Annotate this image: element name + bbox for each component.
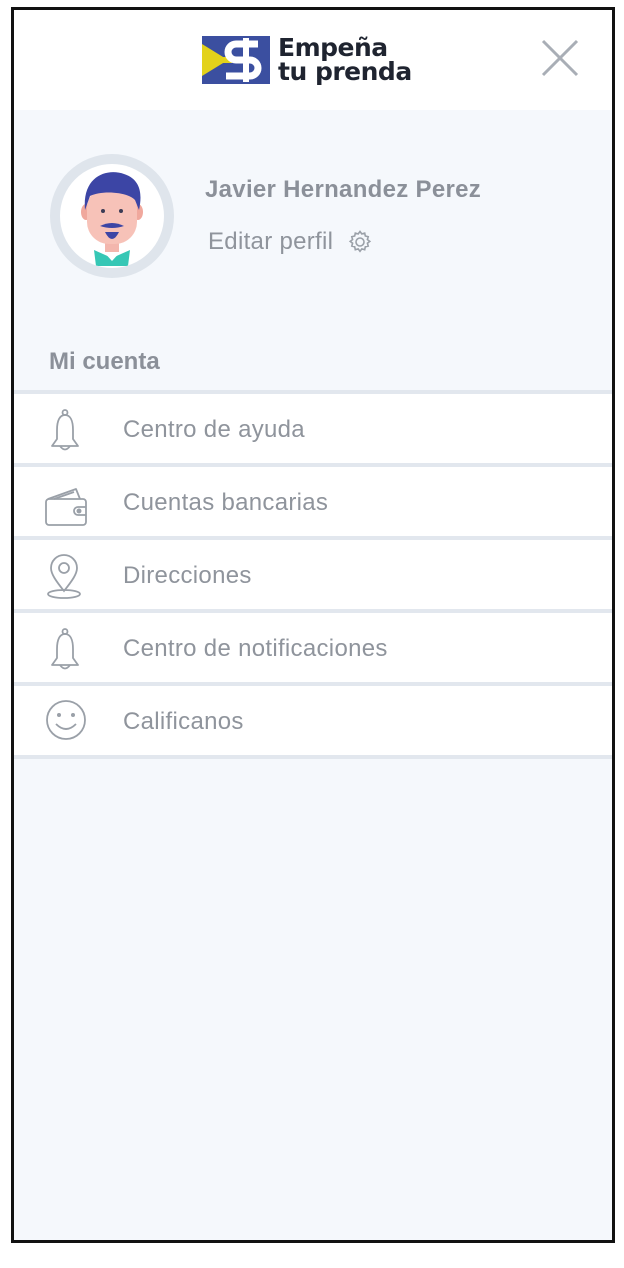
user-avatar-icon xyxy=(81,172,143,266)
location-pin-icon xyxy=(47,554,81,599)
edit-profile-label: Editar perfil xyxy=(208,228,334,255)
menu-item-centro-de-notificaciones[interactable]: Centro de notificaciones xyxy=(14,609,612,682)
menu-item-label: Centro de ayuda xyxy=(123,416,305,443)
brand-logo: Empeña tu prenda xyxy=(202,34,412,86)
edit-profile-link[interactable]: Editar perfil xyxy=(208,228,373,256)
close-button[interactable] xyxy=(540,38,580,78)
menu-item-cuentas-bancarias[interactable]: Cuentas bancarias xyxy=(14,463,612,536)
avatar-image xyxy=(60,164,164,268)
menu-item-direcciones[interactable]: Direcciones xyxy=(14,536,612,609)
user-name: Javier Hernandez Perez xyxy=(205,176,482,203)
menu-item-label: Centro de notificaciones xyxy=(123,635,388,662)
smiley-icon xyxy=(46,700,86,740)
account-menu: Centro de ayuda Cuentas bancarias Direcc… xyxy=(14,390,612,759)
avatar[interactable] xyxy=(50,154,174,278)
menu-item-centro-de-ayuda[interactable]: Centro de ayuda xyxy=(14,390,612,463)
menu-item-label: Calificanos xyxy=(123,708,244,735)
menu-item-label: Direcciones xyxy=(123,562,252,589)
menu-item-label: Cuentas bancarias xyxy=(123,489,329,516)
wallet-icon xyxy=(45,488,87,526)
menu-item-calificanos[interactable]: Calificanos xyxy=(14,682,612,759)
section-title-mi-cuenta: Mi cuenta xyxy=(49,348,160,375)
bell-icon xyxy=(51,628,79,670)
gear-icon xyxy=(349,230,372,253)
logo-line2: tu prenda xyxy=(278,57,412,86)
profile-section xyxy=(14,110,612,330)
bell-icon xyxy=(51,409,79,451)
menu-drawer: Empeña tu prenda Javier Hernandez Perez … xyxy=(11,7,615,1243)
close-icon xyxy=(541,39,579,77)
header: Empeña tu prenda xyxy=(14,10,612,110)
logo-text: Empeña tu prenda xyxy=(278,35,412,86)
logo-icon xyxy=(202,36,270,84)
